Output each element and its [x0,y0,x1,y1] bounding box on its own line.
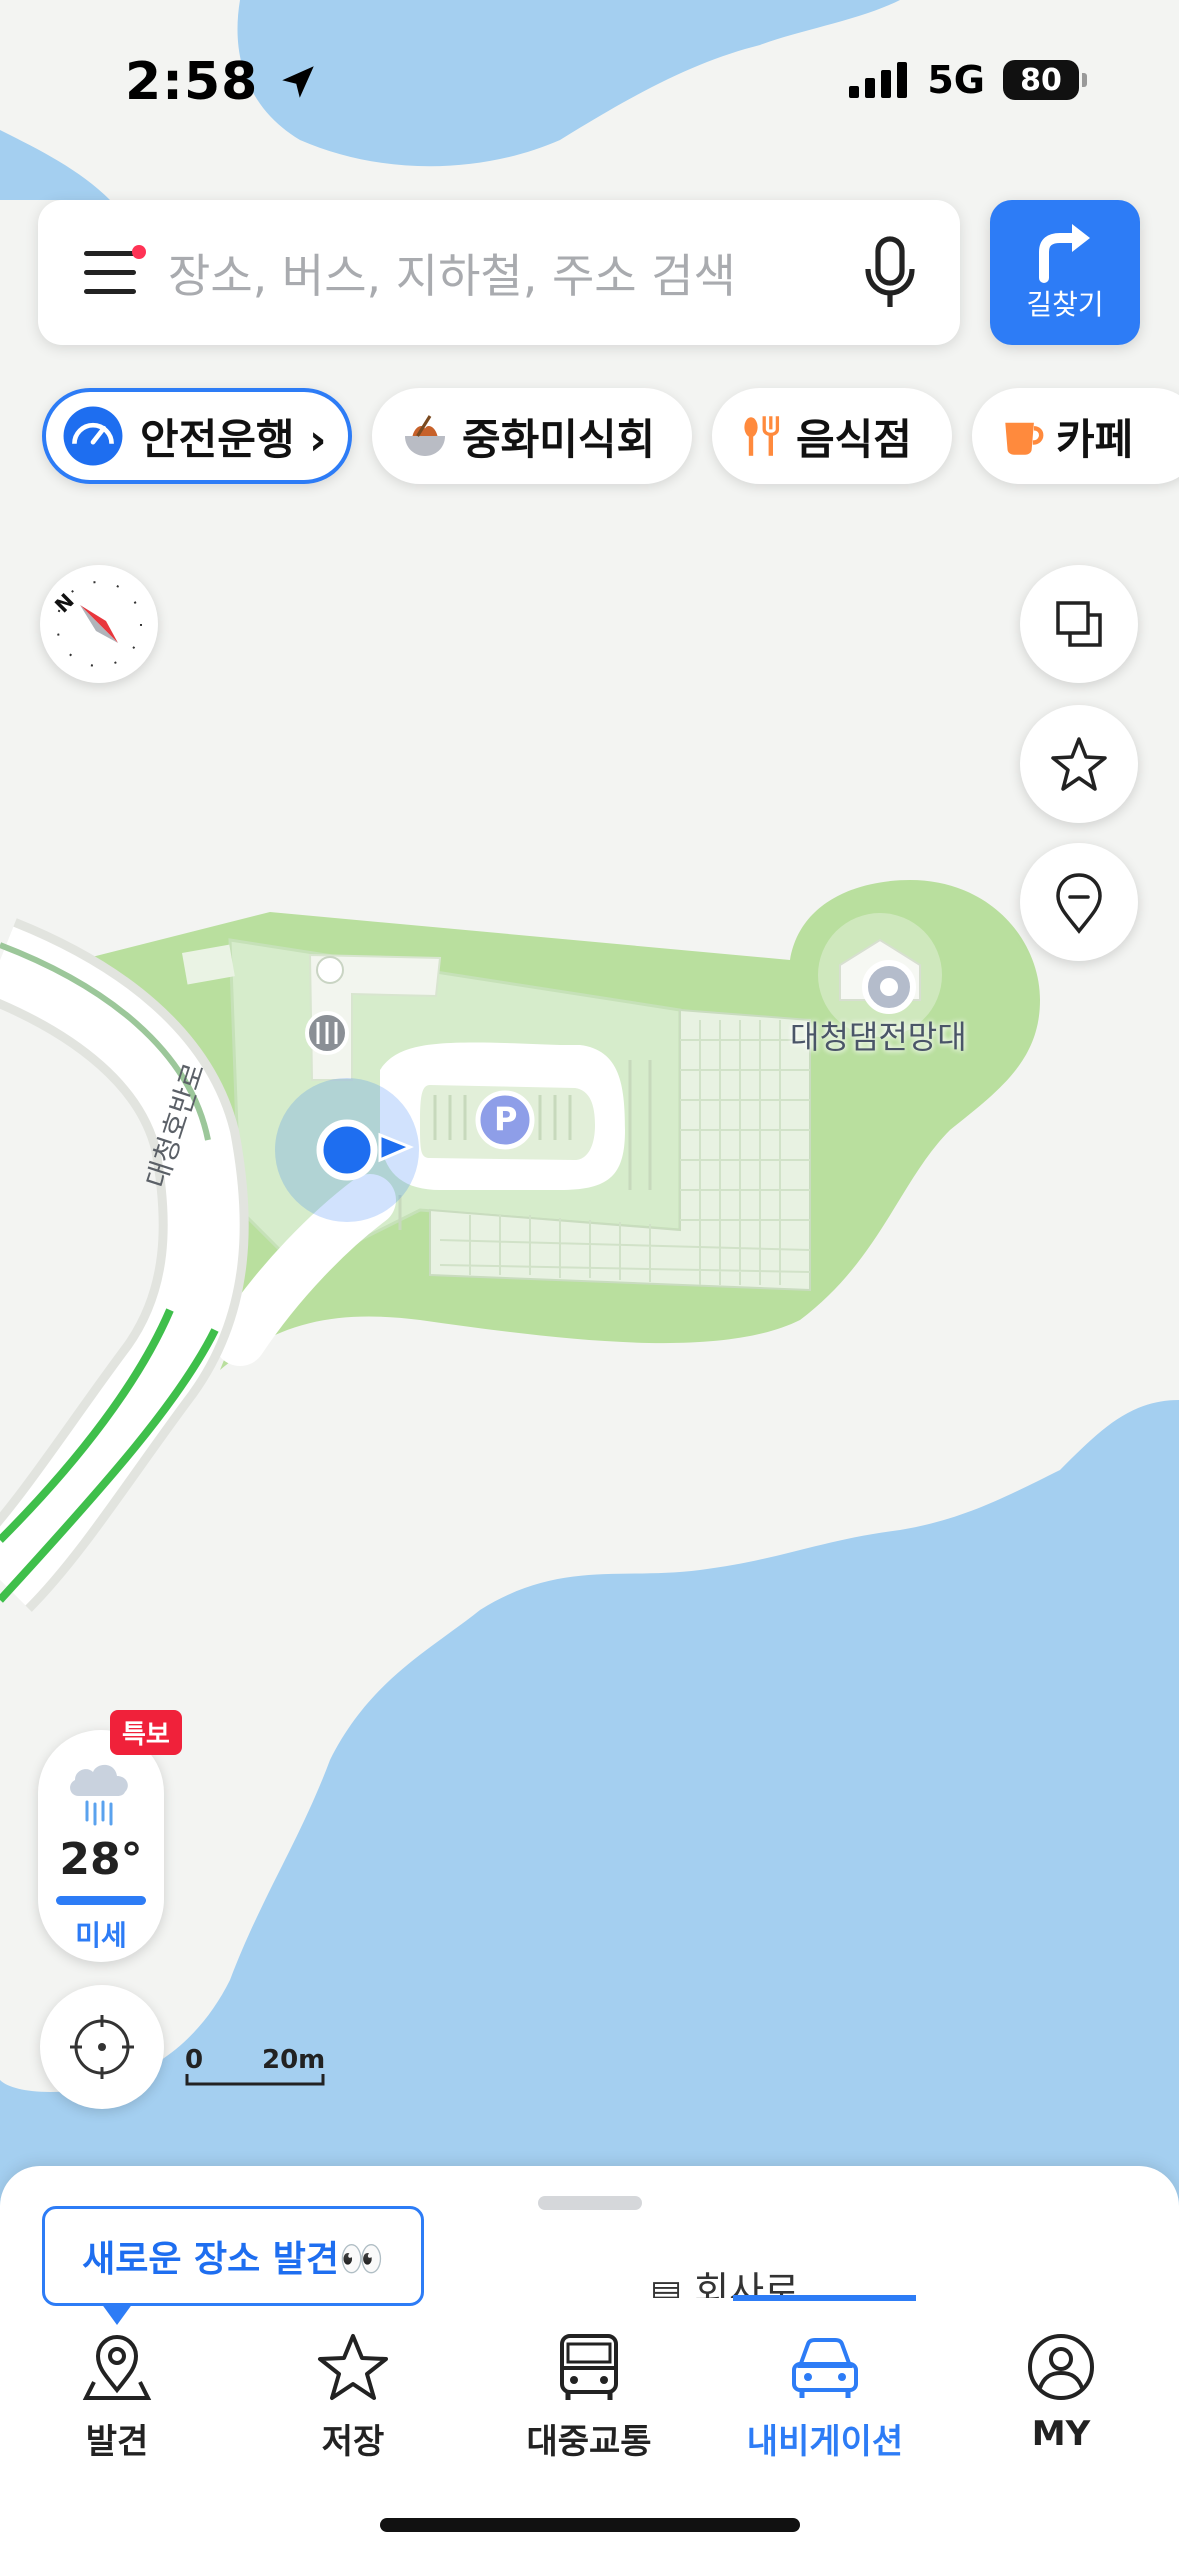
pin-remove-button[interactable] [1020,843,1138,961]
signal-icon [849,62,908,98]
crosshair-icon [70,2015,134,2079]
network-type: 5G [927,58,985,102]
bus-icon [560,2334,618,2400]
favorites-button[interactable] [1020,705,1138,823]
tab-transit[interactable]: 대중교통 [489,2330,689,2463]
turn-right-icon [1039,224,1090,283]
pin-minus-icon [1056,873,1102,934]
active-indicator [733,2295,916,2301]
tab-saved-label: 저장 [321,2422,385,2462]
chip-chinese-food-label: 중화미식회 [462,414,656,464]
tab-my[interactable]: MY [961,2330,1161,2454]
tab-saved[interactable]: 저장 [253,2330,453,2463]
status-time: 2:58 [125,52,319,112]
discover-tooltip[interactable]: 새로운 장소 발견👀 [42,2206,424,2325]
poi-marker-dot [880,978,898,996]
chip-cafe[interactable]: 카페 [972,388,1179,484]
dust-label: 미세 [75,1919,127,1952]
status-time-text: 2:58 [125,52,259,112]
weather-alert-badge: 특보 [110,1710,182,1755]
menu-icon[interactable] [84,244,146,295]
tab-transit-label: 대중교통 [526,2422,652,2462]
sheet-handle[interactable] [538,2196,642,2210]
rain-cloud-icon [70,1764,128,1826]
speedometer-icon [63,406,123,466]
chip-restaurant[interactable]: 음식점 [712,388,952,484]
chip-restaurant-label: 음식점 [796,414,912,464]
poi-label[interactable]: 대청댐전망대 [790,1012,967,1058]
current-location-icon [316,1119,378,1181]
layers-icon [1056,601,1102,647]
scale-start: 0 [185,2045,204,2075]
parking-label: P [494,1100,518,1138]
compass-button[interactable]: N [40,565,158,683]
notification-dot [132,244,146,259]
profile-icon [1028,2334,1094,2400]
search-bar[interactable]: 장소, 버스, 지하철, 주소 검색 [38,200,960,345]
chip-safe-driving[interactable]: 안전운행 › [42,388,352,484]
tab-my-label: MY [1031,2414,1091,2454]
microphone-icon[interactable] [860,233,920,313]
building-dot [316,956,344,984]
home-indicator [380,2518,800,2532]
fork-knife-icon [744,416,780,456]
location-arrow-icon [282,66,315,98]
compass-icon [56,581,142,667]
locate-me-button[interactable] [40,1985,164,2109]
car-icon [792,2338,858,2398]
chip-chinese-food[interactable]: 중화미식회 [372,388,692,484]
coffee-cup-icon [1005,422,1044,455]
search-input[interactable]: 장소, 버스, 지하철, 주소 검색 [168,240,860,306]
scale-end: 20m [262,2045,326,2075]
battery-level: 80 [1020,62,1062,98]
noodle-bowl-icon [405,415,445,456]
tab-discover-label: 발견 [85,2422,149,2462]
route-button-label: 길찾기 [1026,288,1104,321]
chip-safe-driving-label: 안전운행 › [140,414,327,464]
status-indicators: 5G 80 [849,58,1087,102]
tab-discover[interactable]: 발견 [17,2330,217,2463]
weather-widget[interactable]: 28° 미세 [38,1730,164,1962]
star-icon [1051,737,1107,791]
tab-navigation[interactable]: 내비게이션 [725,2330,925,2463]
chip-cafe-label: 카페 [1056,414,1134,464]
tab-navigation-label: 내비게이션 [746,2422,904,2462]
pin-icon [82,2334,152,2400]
battery-icon: 80 [1003,60,1087,100]
route-button[interactable]: 길찾기 [990,200,1140,345]
layers-button[interactable] [1020,565,1138,683]
dust-bar [56,1896,146,1905]
temperature: 28° [59,1834,143,1885]
star-icon [318,2334,388,2400]
